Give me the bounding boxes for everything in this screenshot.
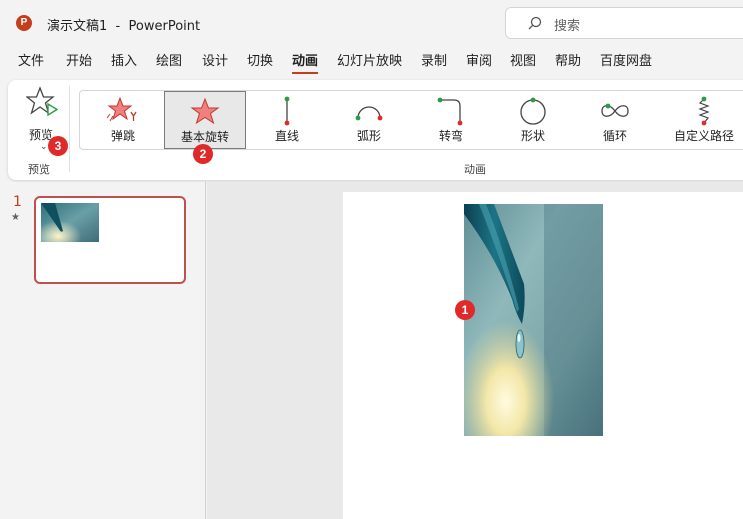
water-drop-image[interactable] bbox=[464, 204, 603, 436]
slide-thumbnail[interactable] bbox=[34, 196, 186, 284]
search-icon bbox=[528, 16, 542, 30]
animation-star-icon: ★ bbox=[11, 212, 20, 223]
search-placeholder: 搜索 bbox=[554, 19, 581, 34]
slide-number: 1 bbox=[13, 194, 22, 210]
slide-editor-canvas bbox=[207, 182, 743, 519]
bounce-icon bbox=[106, 96, 137, 122]
animation-line-path[interactable]: 直线 bbox=[246, 91, 328, 149]
menu-insert[interactable]: 插入 bbox=[111, 52, 137, 72]
animation-basic-spin[interactable]: 基本旋转 bbox=[164, 91, 246, 149]
title-separator: - bbox=[115, 19, 121, 34]
animation-loop-path[interactable]: 循环 bbox=[574, 91, 656, 149]
step-badge-preview: 3 bbox=[48, 136, 68, 156]
step-badge-animation: 2 bbox=[193, 144, 213, 164]
animation-bounce[interactable]: 弹跳 bbox=[82, 91, 164, 149]
animation-label: 基本旋转 bbox=[180, 130, 229, 144]
app-name: PowerPoint bbox=[128, 19, 201, 34]
menu-slideshow[interactable]: 幻灯片放映 bbox=[337, 52, 402, 72]
step-badge-slide-image: 1 bbox=[455, 300, 475, 320]
arc-path-icon bbox=[355, 106, 383, 121]
preview-group-label: 预览 bbox=[28, 163, 50, 176]
menu-home[interactable]: 开始 bbox=[66, 52, 92, 72]
menu-animations[interactable]: 动画 bbox=[292, 52, 319, 74]
custom-path-icon bbox=[698, 96, 710, 126]
group-divider bbox=[69, 86, 70, 172]
menu-view[interactable]: 视图 bbox=[510, 52, 536, 72]
animation-label: 循环 bbox=[602, 129, 627, 143]
search-input[interactable]: 搜索 bbox=[505, 7, 743, 39]
window-title: 演示文稿1 - PowerPoint bbox=[47, 15, 200, 34]
menu-draw[interactable]: 绘图 bbox=[156, 52, 182, 72]
turn-path-icon bbox=[437, 97, 463, 126]
thumbnail-image bbox=[41, 203, 99, 242]
line-path-icon bbox=[284, 96, 290, 126]
title-bar: P 演示文稿1 - PowerPoint 搜索 bbox=[0, 0, 743, 46]
preview-group: 预览 ⌄ 预览 bbox=[8, 80, 70, 180]
menu-file[interactable]: 文件 bbox=[18, 52, 44, 72]
animation-label: 弧形 bbox=[356, 129, 381, 143]
animation-label: 转弯 bbox=[438, 129, 463, 143]
document-name: 演示文稿1 bbox=[47, 19, 108, 34]
animation-gallery: 弹跳 基本旋转 直线 弧形 转弯 形状 循环 自定义路径 bbox=[79, 90, 743, 150]
animation-label: 弹跳 bbox=[110, 129, 135, 143]
menu-record[interactable]: 录制 bbox=[421, 52, 447, 72]
animation-group-label: 动画 bbox=[464, 163, 486, 176]
menu-transitions[interactable]: 切换 bbox=[247, 52, 273, 72]
menu-bar: 文件 开始 插入 绘图 设计 切换 动画 幻灯片放映 录制 审阅 视图 帮助 百… bbox=[0, 52, 743, 74]
menu-help[interactable]: 帮助 bbox=[555, 52, 581, 72]
animation-label: 自定义路径 bbox=[673, 129, 734, 143]
menu-baidu-netdisk[interactable]: 百度网盘 bbox=[600, 52, 652, 72]
animation-label: 形状 bbox=[520, 129, 545, 143]
menu-review[interactable]: 审阅 bbox=[466, 52, 492, 72]
slide[interactable] bbox=[343, 192, 743, 519]
animation-turn-path[interactable]: 转弯 bbox=[410, 91, 492, 149]
animation-custom-path[interactable]: 自定义路径 bbox=[656, 91, 743, 149]
menu-design[interactable]: 设计 bbox=[202, 52, 228, 72]
slide-thumbnail-panel: 1 ★ bbox=[0, 182, 206, 519]
animation-shape-path[interactable]: 形状 bbox=[492, 91, 574, 149]
animation-label: 直线 bbox=[274, 129, 299, 143]
loop-path-icon bbox=[601, 103, 629, 117]
preview-star-icon bbox=[26, 86, 58, 117]
ribbon: 预览 ⌄ 预览 弹跳 基本旋转 直线 弧形 转弯 形状 循环 自定义路径 动画 bbox=[8, 80, 743, 180]
powerpoint-logo-icon: P bbox=[16, 15, 32, 31]
animation-arc-path[interactable]: 弧形 bbox=[328, 91, 410, 149]
spin-star-icon bbox=[190, 97, 220, 125]
shape-path-icon bbox=[520, 97, 546, 125]
chevron-down-icon[interactable]: ⌄ bbox=[40, 142, 48, 152]
